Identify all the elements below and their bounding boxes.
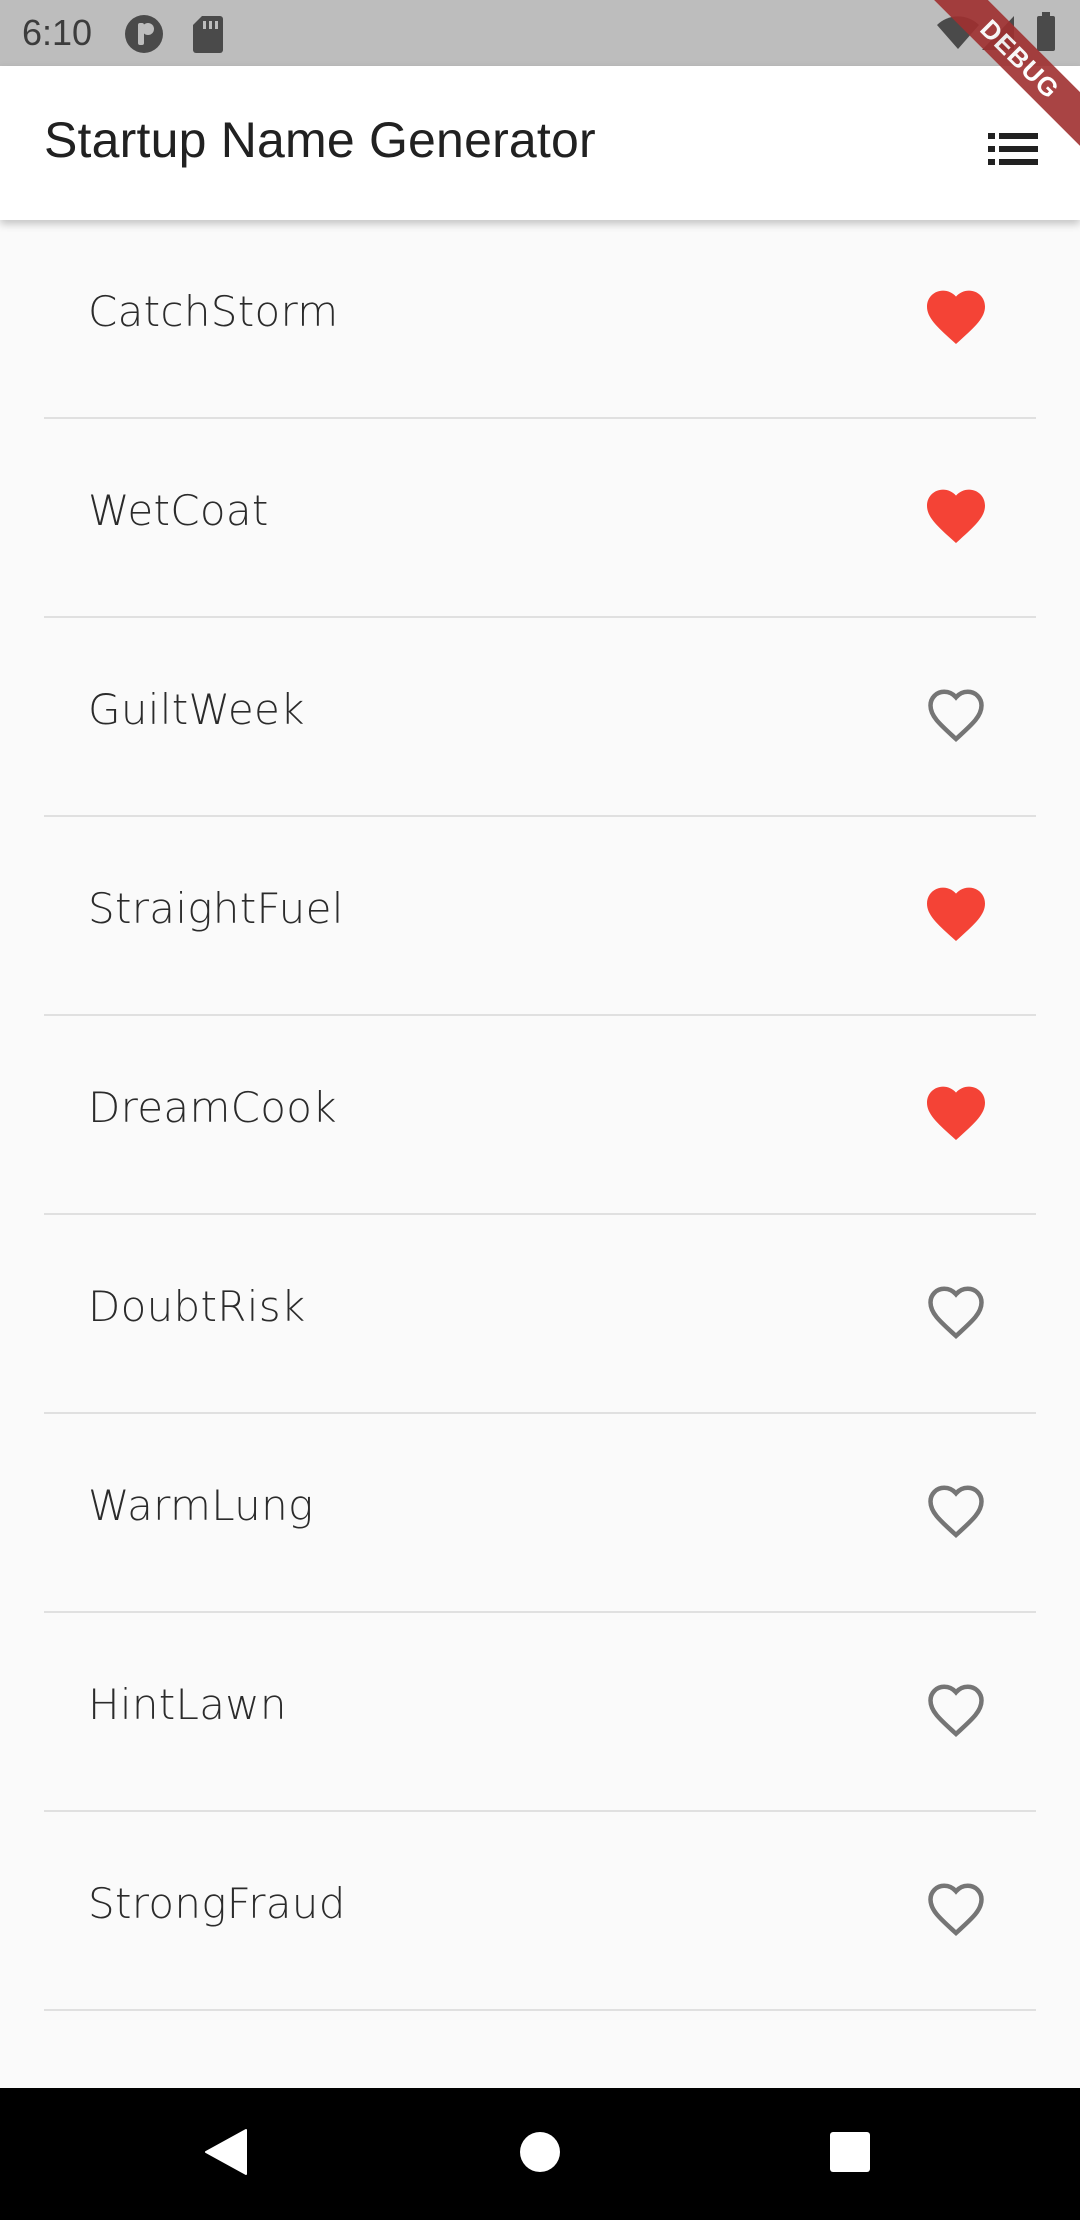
list-item[interactable]: DoubtRisk [44, 1215, 1036, 1414]
list-item[interactable]: WarmLung [44, 1414, 1036, 1613]
list-icon [988, 133, 1038, 169]
battery-icon [1036, 12, 1056, 56]
app-title: Startup Name Generator [44, 112, 596, 168]
suggestion-name: CatchStorm [88, 287, 339, 336]
saved-list-button[interactable] [968, 106, 1058, 196]
suggestion-name: StraightFuel [88, 884, 344, 933]
favorite-border-icon[interactable] [927, 1683, 985, 1739]
status-bar: 6:10 [0, 0, 1080, 66]
sd-card-icon [192, 14, 224, 58]
list-item[interactable]: CatchStorm [44, 220, 1036, 419]
list-item[interactable]: HintLawn [44, 1613, 1036, 1812]
app-screen: 6:10 DEBUG Startup Name Generator CatchS… [0, 0, 1080, 2220]
favorite-border-icon[interactable] [927, 688, 985, 744]
app-notification-icon [124, 14, 164, 58]
list-item[interactable]: StraightFuel [44, 817, 1036, 1016]
suggestion-name: HintLawn [88, 1680, 287, 1729]
list-item[interactable]: WetCoat [44, 419, 1036, 618]
list-item[interactable]: GuiltWeek [44, 618, 1036, 817]
favorite-border-icon[interactable] [927, 1882, 985, 1938]
suggestion-name: GuiltWeek [88, 685, 305, 734]
suggestion-name: WarmLung [88, 1481, 314, 1530]
favorite-icon[interactable] [927, 290, 985, 346]
favorite-icon[interactable] [927, 887, 985, 943]
back-icon [204, 2128, 248, 2180]
suggestion-name: StrongFraud [88, 1879, 346, 1928]
status-time: 6:10 [22, 12, 93, 53]
favorite-border-icon[interactable] [927, 1285, 985, 1341]
recents-icon [829, 2131, 871, 2177]
home-icon [519, 2131, 561, 2177]
list-item[interactable]: StrongFraud [44, 1812, 1036, 2011]
suggestion-name: DoubtRisk [88, 1282, 306, 1331]
favorite-icon[interactable] [927, 489, 985, 545]
back-button[interactable] [196, 2124, 256, 2184]
favorite-border-icon[interactable] [927, 1484, 985, 1540]
recents-button[interactable] [820, 2124, 880, 2184]
favorite-icon[interactable] [927, 1086, 985, 1142]
suggestion-name: WetCoat [88, 486, 269, 535]
suggestion-list: CatchStorm WetCoat GuiltWeek StraightFuel Dr… [0, 220, 1080, 2011]
list-item[interactable]: DreamCook [44, 1016, 1036, 1215]
home-button[interactable] [510, 2124, 570, 2184]
app-bar: Startup Name Generator [0, 66, 1080, 220]
navigation-bar [0, 2088, 1080, 2220]
suggestion-name: DreamCook [88, 1083, 337, 1132]
